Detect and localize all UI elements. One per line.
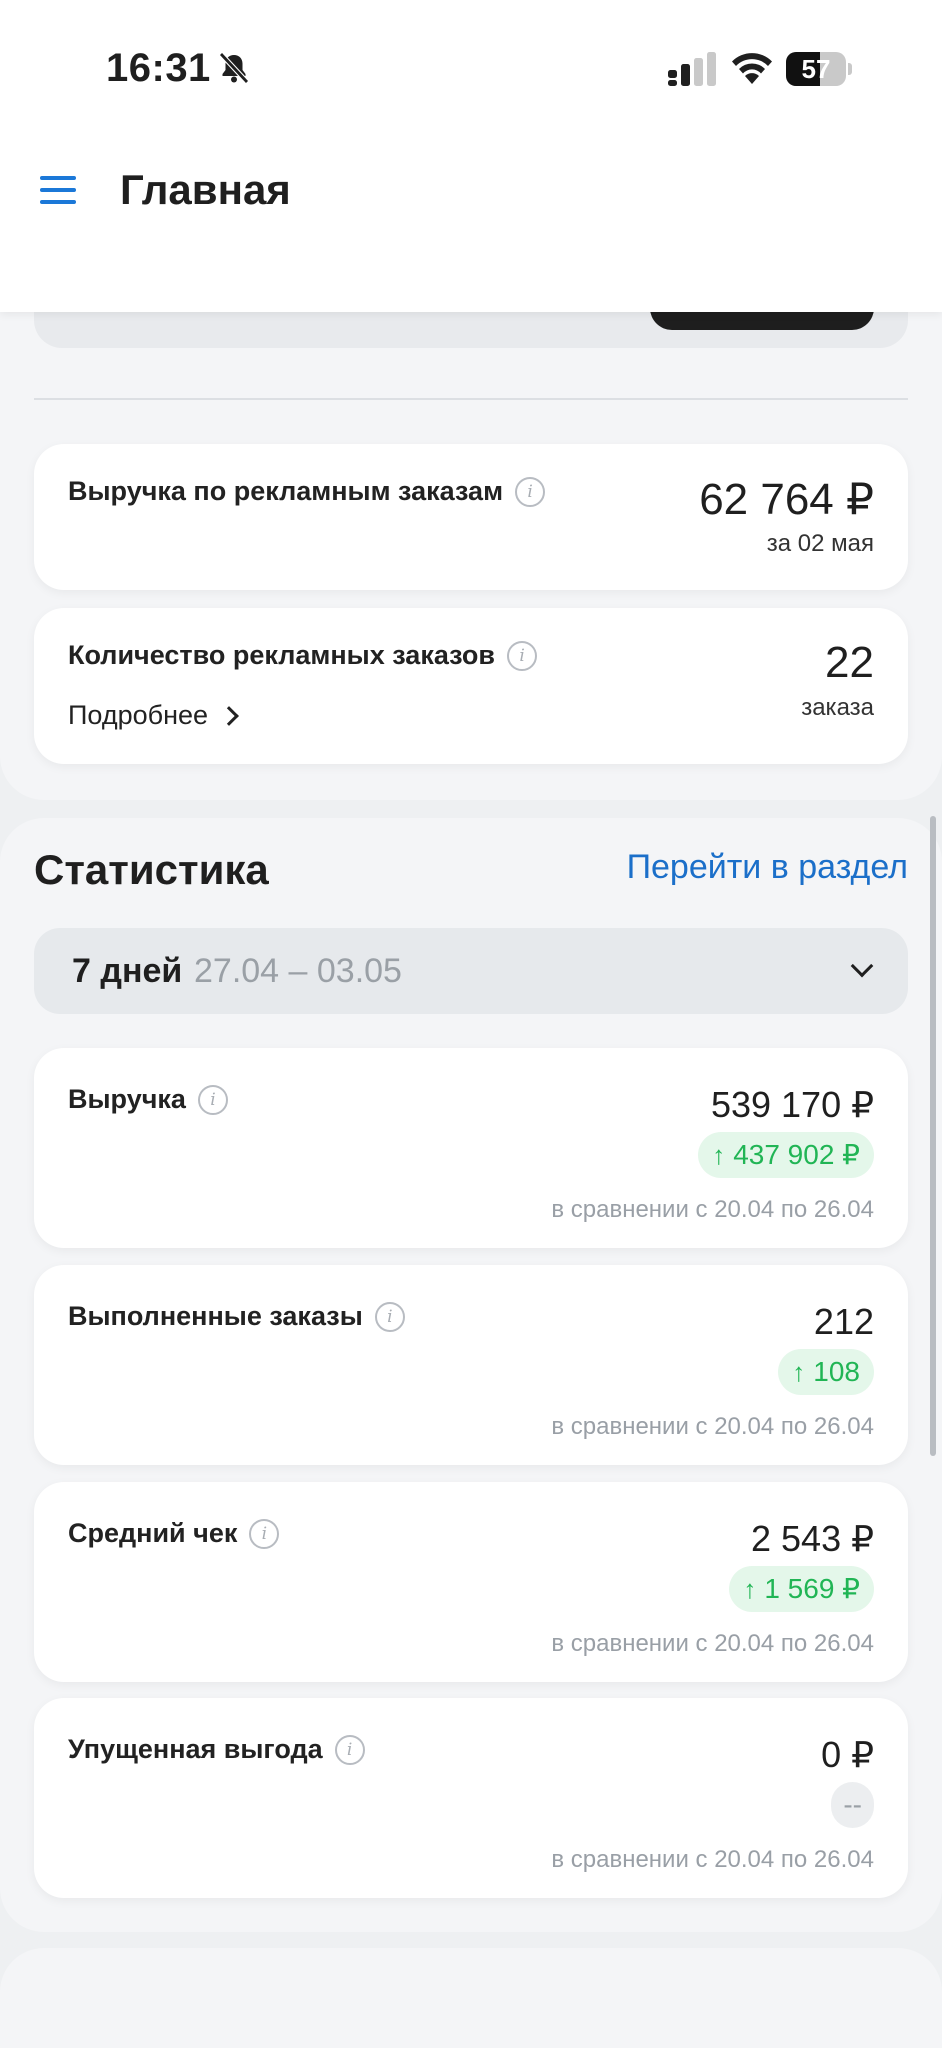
- stat-label: Упущенная выгода: [68, 1734, 323, 1764]
- stat-label-row: Выполненные заказы i: [68, 1301, 405, 1332]
- stat-value: 2 543 ₽: [751, 1518, 874, 1559]
- ads-orders-value: 22: [825, 638, 874, 687]
- chevron-down-icon: [850, 954, 874, 978]
- delta-badge: ↑ 108: [778, 1349, 874, 1395]
- ads-revenue-card: Выручка по рекламным заказам i 62 764 ₽ …: [34, 444, 908, 590]
- battery-level: 57: [801, 54, 831, 84]
- info-icon[interactable]: i: [374, 1301, 405, 1332]
- stat-card-revenue: Выручка i 539 170 ₽ ↑ 437 902 ₽ в сравне…: [34, 1048, 908, 1248]
- delta-value: 108: [813, 1356, 860, 1387]
- ads-revenue-value: 62 764 ₽: [699, 475, 874, 524]
- stat-card-lost-profit: Упущенная выгода i 0 ₽ -- в сравнении с …: [34, 1698, 908, 1898]
- battery-cap: [848, 63, 852, 75]
- ads-orders-card: Количество рекламных заказов i Подробнее…: [34, 608, 908, 764]
- period-range: 27.04 – 03.05: [194, 952, 402, 990]
- ads-revenue-label: Выручка по рекламным заказам: [68, 476, 504, 506]
- bell-muted-icon: [219, 52, 249, 84]
- stat-card-average-check: Средний чек i 2 543 ₽ ↑ 1 569 ₽ в сравне…: [34, 1482, 908, 1682]
- status-time: 16:31: [106, 46, 211, 90]
- arrow-up-icon: ↑: [712, 1140, 726, 1170]
- ads-orders-label-row: Количество рекламных заказов i: [68, 640, 538, 671]
- info-icon[interactable]: i: [507, 640, 538, 671]
- chevron-right-icon: [219, 705, 239, 726]
- page: Выручка по рекламным заказам i 62 764 ₽ …: [0, 0, 942, 2048]
- compare-text: в сравнении с 20.04 по 26.04: [551, 1846, 874, 1873]
- arrow-up-icon: ↑: [743, 1574, 757, 1604]
- stat-label: Выручка: [68, 1084, 186, 1114]
- stat-label: Средний чек: [68, 1518, 238, 1548]
- statistics-title: Статистика: [34, 846, 269, 893]
- ads-orders-unit: заказа: [801, 694, 874, 721]
- wifi-icon: [732, 53, 772, 84]
- scrollbar[interactable]: [930, 816, 936, 1456]
- battery-body: 57: [786, 52, 846, 86]
- hamburger-menu-icon[interactable]: [40, 176, 78, 206]
- stat-label-row: Выручка i: [68, 1084, 228, 1115]
- delta-value: 1 569 ₽: [764, 1573, 860, 1604]
- top-bar: 16:31 57 Главная: [0, 0, 942, 312]
- details-link-label: Подробнее: [68, 700, 209, 730]
- compare-text: в сравнении с 20.04 по 26.04: [551, 1630, 874, 1657]
- arrow-up-icon: ↑: [792, 1357, 806, 1387]
- ads-revenue-date: за 02 мая: [766, 530, 874, 557]
- info-icon[interactable]: i: [249, 1518, 280, 1549]
- next-section: [0, 1948, 942, 2048]
- ads-orders-label: Количество рекламных заказов: [68, 640, 496, 670]
- details-link[interactable]: Подробнее: [68, 700, 239, 731]
- delta-value: 437 902 ₽: [733, 1139, 860, 1170]
- delta-badge: ↑ 1 569 ₽: [729, 1566, 874, 1612]
- delta-value: --: [843, 1789, 862, 1820]
- divider: [34, 398, 908, 400]
- stat-card-completed-orders: Выполненные заказы i 212 ↑ 108 в сравнен…: [34, 1265, 908, 1465]
- compare-text: в сравнении с 20.04 по 26.04: [551, 1196, 874, 1223]
- battery-icon: 57: [786, 52, 852, 86]
- page-title: Главная: [120, 166, 291, 213]
- ads-revenue-label-row: Выручка по рекламным заказам i: [68, 476, 546, 507]
- go-to-section-link[interactable]: Перейти в раздел: [627, 848, 908, 887]
- info-icon[interactable]: i: [197, 1084, 228, 1115]
- cellular-signal-icon: [668, 52, 716, 86]
- delta-badge: ↑ 437 902 ₽: [698, 1132, 874, 1178]
- period-select[interactable]: 7 дней 27.04 – 03.05: [34, 928, 908, 1014]
- stat-value: 212: [813, 1301, 874, 1342]
- compare-text: в сравнении с 20.04 по 26.04: [551, 1413, 874, 1440]
- period-label: 7 дней: [72, 952, 183, 990]
- info-icon[interactable]: i: [515, 476, 546, 507]
- stat-value: 0 ₽: [821, 1734, 874, 1775]
- stat-label: Выполненные заказы: [68, 1301, 363, 1331]
- info-icon[interactable]: i: [334, 1734, 365, 1765]
- delta-badge: --: [831, 1782, 874, 1828]
- stat-value: 539 170 ₽: [710, 1084, 874, 1125]
- stat-label-row: Упущенная выгода i: [68, 1734, 365, 1765]
- stat-label-row: Средний чек i: [68, 1518, 280, 1549]
